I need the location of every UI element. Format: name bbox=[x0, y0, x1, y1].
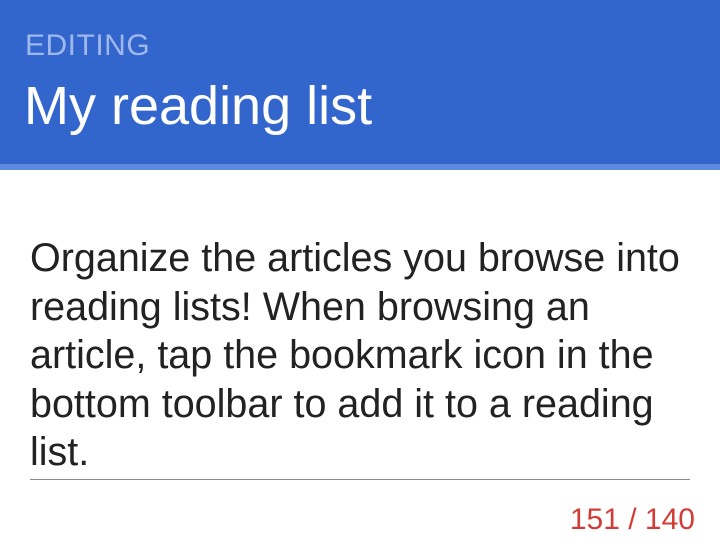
mode-label: EDITING bbox=[25, 29, 151, 62]
header-bar: EDITING My reading list bbox=[0, 0, 720, 164]
description-text[interactable]: Organize the articles you browse into re… bbox=[30, 234, 695, 477]
reading-list-title[interactable]: My reading list bbox=[24, 74, 372, 138]
character-counter: 151 / 140 bbox=[569, 503, 695, 536]
edit-reading-list-screen: EDITING My reading list Organize the art… bbox=[0, 0, 720, 540]
description-input[interactable]: Organize the articles you browse into re… bbox=[30, 234, 690, 480]
header-divider bbox=[0, 164, 720, 170]
